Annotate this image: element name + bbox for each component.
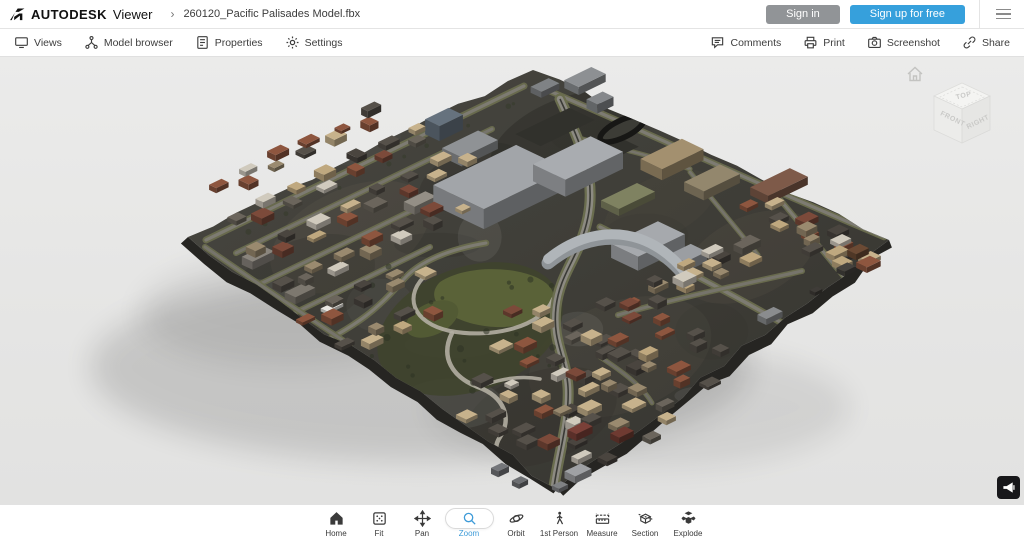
tool-first-person-label: 1st Person <box>540 529 578 538</box>
pan-icon <box>414 510 431 527</box>
tool-first-person[interactable]: 1st Person <box>538 508 581 538</box>
views-button[interactable]: Views <box>14 35 62 50</box>
screenshot-button[interactable]: Screenshot <box>867 35 940 50</box>
comments-label: Comments <box>730 37 781 49</box>
views-label: Views <box>34 37 62 49</box>
print-button[interactable]: Print <box>803 35 845 50</box>
tool-section[interactable]: Section <box>624 508 667 538</box>
section-icon <box>637 510 654 527</box>
properties-button[interactable]: Properties <box>195 35 263 50</box>
viewcube[interactable]: TOP FRONT RIGHT <box>924 77 1000 151</box>
home-icon <box>328 510 345 527</box>
city-model-canvas <box>0 57 1024 504</box>
tool-orbit-label: Orbit <box>507 529 524 538</box>
header-divider <box>979 0 980 29</box>
zoom-icon <box>461 510 478 527</box>
explode-icon <box>680 510 697 527</box>
settings-label: Settings <box>305 37 343 49</box>
measure-icon <box>594 510 611 527</box>
print-label: Print <box>823 37 845 49</box>
sign-in-button[interactable]: Sign in <box>766 5 840 24</box>
megaphone-icon <box>1002 481 1015 494</box>
tool-measure-label: Measure <box>586 529 617 538</box>
viewer-toolbar: Views Model browser Properties Settings <box>0 29 1024 57</box>
views-icon <box>14 35 29 50</box>
feedback-button[interactable] <box>997 476 1020 499</box>
comments-icon <box>710 35 725 50</box>
settings-icon <box>285 35 300 50</box>
model-browser-button[interactable]: Model browser <box>84 35 173 50</box>
autodesk-mark-icon <box>10 8 25 21</box>
settings-button[interactable]: Settings <box>285 35 343 50</box>
tool-fit-label: Fit <box>375 529 384 538</box>
breadcrumb-chevron: › <box>170 7 174 21</box>
share-label: Share <box>982 37 1010 49</box>
app-header: AUTODESK Viewer › 260120_Pacific Palisad… <box>0 0 1024 29</box>
model-viewport[interactable]: TOP FRONT RIGHT <box>0 57 1024 504</box>
share-button[interactable]: Share <box>962 35 1010 50</box>
viewcube-home-icon[interactable] <box>905 65 925 83</box>
autodesk-logo[interactable]: AUTODESK Viewer <box>10 7 152 22</box>
menu-icon[interactable] <box>992 3 1014 25</box>
tool-explode[interactable]: Explode <box>667 508 710 538</box>
first-person-icon <box>551 510 568 527</box>
tool-home-label: Home <box>325 529 346 538</box>
product-text: Viewer <box>113 7 153 22</box>
comments-button[interactable]: Comments <box>710 35 781 50</box>
tool-section-label: Section <box>632 529 659 538</box>
screenshot-label: Screenshot <box>887 37 940 49</box>
screenshot-icon <box>867 35 882 50</box>
breadcrumb-filename: 260120_Pacific Palisades Model.fbx <box>183 8 360 20</box>
navigation-toolbar: Home Fit Pan Zoom <box>0 504 1024 541</box>
tool-zoom-label: Zoom <box>459 529 479 538</box>
sign-up-button[interactable]: Sign up for free <box>850 5 965 24</box>
properties-label: Properties <box>215 37 263 49</box>
print-icon <box>803 35 818 50</box>
model-browser-icon <box>84 35 99 50</box>
fit-icon <box>371 510 388 527</box>
share-icon <box>962 35 977 50</box>
model-browser-label: Model browser <box>104 37 173 49</box>
autodesk-viewer-app: AUTODESK Viewer › 260120_Pacific Palisad… <box>0 0 1024 541</box>
tool-fit[interactable]: Fit <box>358 508 401 538</box>
properties-icon <box>195 35 210 50</box>
tool-pan-label: Pan <box>415 529 429 538</box>
brand-text: AUTODESK <box>31 7 107 22</box>
tool-home[interactable]: Home <box>315 508 358 538</box>
tool-explode-label: Explode <box>674 529 703 538</box>
tool-orbit[interactable]: Orbit <box>495 508 538 538</box>
tool-pan[interactable]: Pan <box>401 508 444 538</box>
orbit-icon <box>508 510 525 527</box>
tool-zoom[interactable]: Zoom <box>444 508 495 538</box>
tool-measure[interactable]: Measure <box>581 508 624 538</box>
